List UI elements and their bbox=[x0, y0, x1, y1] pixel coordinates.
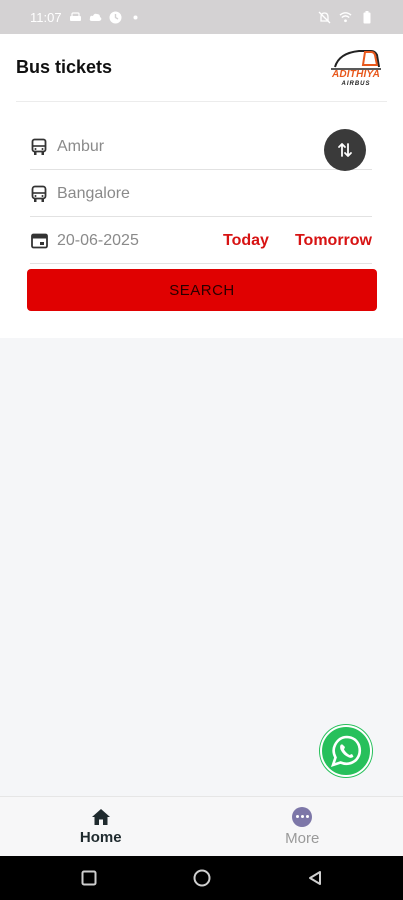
home-icon bbox=[91, 808, 110, 825]
date-value: 20-06-2025 bbox=[57, 231, 139, 249]
circle-home-icon bbox=[193, 869, 210, 887]
recents-button[interactable] bbox=[81, 870, 97, 886]
bus-icon bbox=[30, 185, 48, 203]
status-right bbox=[318, 10, 373, 24]
back-button[interactable] bbox=[307, 870, 323, 886]
nav-label-home: Home bbox=[79, 828, 122, 846]
battery-icon bbox=[360, 10, 373, 24]
brand-logo: ADITHIYA AIRBUS bbox=[325, 45, 387, 91]
bottom-nav: Home More bbox=[0, 796, 403, 856]
logo-subtext: AIRBUS bbox=[341, 80, 371, 87]
bell-off-icon bbox=[318, 11, 331, 24]
date-field[interactable]: 20-06-2025 Today Tomorrow bbox=[30, 218, 372, 264]
clock-icon bbox=[109, 11, 122, 24]
page-title: Bus tickets bbox=[16, 57, 113, 77]
whatsapp-icon bbox=[320, 725, 372, 777]
dot-icon bbox=[129, 11, 142, 24]
search-card: Bus tickets ADITHIYA AIRBUS Ambur Bangal… bbox=[0, 34, 403, 338]
status-bar: 11:07 bbox=[0, 0, 403, 34]
home-system-button[interactable] bbox=[193, 869, 211, 887]
back-triangle-icon bbox=[308, 871, 321, 885]
to-value: Bangalore bbox=[57, 184, 130, 202]
status-left: 11:07 bbox=[30, 10, 142, 25]
search-button[interactable]: SEARCH bbox=[27, 269, 377, 311]
nav-label-more: More bbox=[285, 829, 320, 847]
tomorrow-button[interactable]: Tomorrow bbox=[295, 232, 372, 250]
system-nav-bar bbox=[0, 856, 403, 900]
nav-item-more[interactable]: More bbox=[202, 797, 403, 856]
swap-cities-button[interactable] bbox=[324, 129, 366, 171]
from-field[interactable]: Ambur bbox=[30, 124, 372, 170]
swap-arrows-icon bbox=[338, 143, 352, 157]
cloud-sync-icon bbox=[89, 11, 102, 24]
logo-text: ADITHIYA bbox=[331, 68, 381, 80]
to-field[interactable]: Bangalore bbox=[30, 171, 372, 217]
recents-icon bbox=[81, 870, 96, 886]
today-button[interactable]: Today bbox=[223, 232, 269, 250]
nav-item-home[interactable]: Home bbox=[0, 797, 202, 856]
bus-front-icon bbox=[30, 138, 48, 156]
more-icon bbox=[292, 806, 313, 827]
wifi-icon bbox=[339, 11, 352, 24]
whatsapp-button[interactable] bbox=[319, 724, 373, 778]
car-notification-icon bbox=[69, 11, 82, 24]
calendar-icon bbox=[30, 232, 48, 250]
status-time: 11:07 bbox=[30, 9, 62, 25]
bus-logo-icon bbox=[331, 49, 381, 70]
from-value: Ambur bbox=[57, 137, 105, 155]
page-header: Bus tickets ADITHIYA AIRBUS bbox=[16, 34, 387, 102]
